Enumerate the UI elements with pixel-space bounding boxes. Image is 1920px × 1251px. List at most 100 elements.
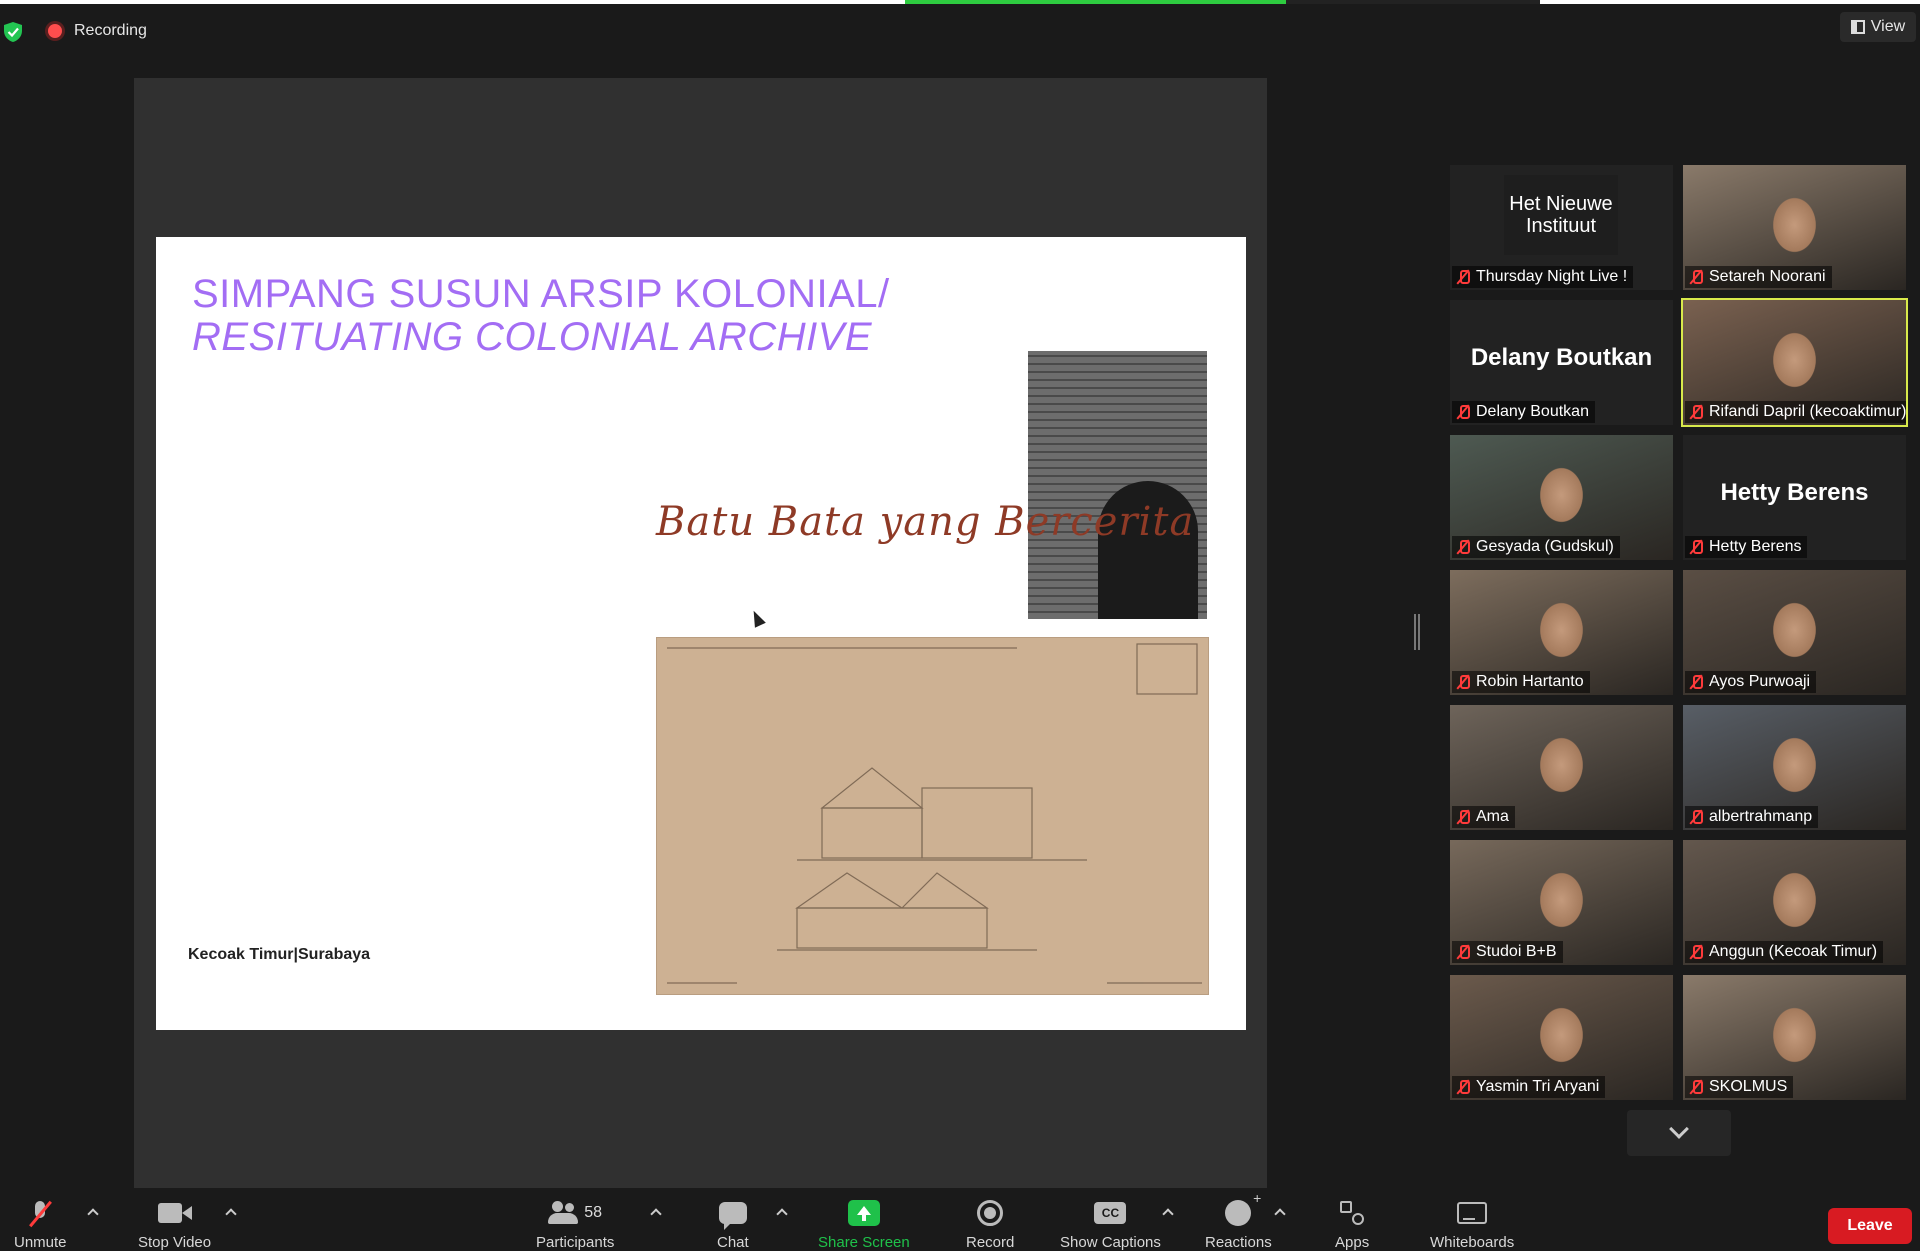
participant-name: Gesyada (Gudskul) (1476, 538, 1614, 555)
recording-label: Recording (74, 22, 147, 39)
recording-dot-icon (48, 24, 62, 38)
reactions-label: Reactions (1205, 1234, 1272, 1251)
show-captions-button[interactable]: CC Show Captions (1060, 1196, 1161, 1251)
participant-name-plate: Thursday Night Live ! (1452, 266, 1634, 288)
muted-mic-icon (1456, 404, 1470, 420)
participant-name-plate: Ama (1452, 806, 1515, 828)
participant-tile[interactable]: Ayos Purwoaji (1683, 570, 1906, 695)
gallery-next-page-button[interactable] (1627, 1110, 1731, 1156)
participant-name-plate: Yasmin Tri Aryani (1452, 1076, 1606, 1098)
participant-name: Rifandi Dapril (kecoaktimur) (1709, 403, 1906, 420)
participant-name: Anggun (Kecoak Timur) (1709, 943, 1878, 960)
participants-count: 58 (584, 1204, 603, 1221)
reactions-icon (1225, 1190, 1261, 1226)
participant-name-plate: albertrahmanp (1685, 806, 1819, 828)
participant-tile[interactable]: Het Nieuwe Instituut Thursday Night Live … (1450, 165, 1673, 290)
participant-display-name: Hetty Berens (1720, 479, 1869, 506)
participants-options-caret[interactable] (650, 1208, 662, 1220)
view-label: View (1870, 18, 1906, 35)
leave-button[interactable]: Leave (1828, 1208, 1912, 1244)
participant-tile[interactable]: Ama (1450, 705, 1673, 830)
participant-tile[interactable]: Delany Boutkan Delany Boutkan (1450, 300, 1673, 425)
recording-indicator[interactable]: Recording (48, 22, 147, 40)
audio-options-caret[interactable] (87, 1208, 99, 1220)
video-options-caret[interactable] (225, 1208, 237, 1220)
muted-mic-icon (1689, 944, 1703, 960)
participant-name-plate: Anggun (Kecoak Timur) (1685, 941, 1884, 963)
unmute-label: Unmute (14, 1234, 67, 1251)
top-progress-strip (0, 0, 1920, 4)
reactions-button[interactable]: Reactions (1205, 1190, 1272, 1251)
participants-icon: 58 (548, 1196, 602, 1230)
chat-options-caret[interactable] (776, 1208, 788, 1220)
participant-name-plate: Hetty Berens (1685, 536, 1808, 558)
muted-mic-icon (1689, 269, 1703, 285)
participants-label: Participants (536, 1234, 615, 1251)
apps-label: Apps (1335, 1234, 1370, 1251)
meeting-toolbar: Unmute Stop Video 58 Participants Chat S… (0, 1188, 1920, 1251)
participant-name: Robin Hartanto (1476, 673, 1584, 690)
participant-name-plate: Studoi B+B (1452, 941, 1563, 963)
share-screen-icon (847, 1200, 880, 1226)
chat-button[interactable]: Chat (717, 1196, 749, 1251)
participant-name: Thursday Night Live ! (1476, 268, 1628, 285)
record-label: Record (966, 1234, 1015, 1251)
participant-name-plate: Ayos Purwoaji (1685, 671, 1817, 693)
participant-tile[interactable]: albertrahmanp (1683, 705, 1906, 830)
shield-check-icon[interactable] (4, 22, 22, 42)
muted-mic-icon (1689, 809, 1703, 825)
show-captions-label: Show Captions (1060, 1234, 1161, 1251)
record-button[interactable]: Record (966, 1196, 1014, 1251)
presentation-slide: SIMPANG SUSUN ARSIP KOLONIAL/ RESITUATIN… (156, 237, 1246, 1030)
participant-name: albertrahmanp (1709, 808, 1813, 825)
whiteboards-button[interactable]: Whiteboards (1430, 1196, 1514, 1251)
unmute-button[interactable]: Unmute (14, 1196, 67, 1251)
chat-bubble-icon (718, 1202, 747, 1230)
architectural-drawing (656, 637, 1209, 995)
participant-tile[interactable]: Yasmin Tri Aryani (1450, 975, 1673, 1100)
muted-mic-icon (1689, 674, 1703, 690)
slide-title: SIMPANG SUSUN ARSIP KOLONIAL/ RESITUATIN… (192, 273, 890, 359)
stop-video-label: Stop Video (138, 1234, 212, 1251)
drawing-sketch (667, 643, 1202, 984)
participant-display-name: Delany Boutkan (1470, 344, 1653, 371)
share-screen-label: Share Screen (818, 1234, 910, 1251)
muted-mic-icon (1456, 539, 1470, 555)
participant-tile[interactable]: SKOLMUS (1683, 975, 1906, 1100)
zoom-meeting-window: Recording View SIMPANG SUSUN ARSIP KOLON… (0, 0, 1920, 1251)
chat-label: Chat (717, 1234, 749, 1251)
participant-tile[interactable]: Studoi B+B (1450, 840, 1673, 965)
participant-tile[interactable]: Setareh Noorani (1683, 165, 1906, 290)
participant-tile[interactable]: Rifandi Dapril (kecoaktimur) (1681, 298, 1908, 427)
participant-tile[interactable]: Gesyada (Gudskul) (1450, 435, 1673, 560)
participant-tile[interactable]: Robin Hartanto (1450, 570, 1673, 695)
record-icon (977, 1200, 1004, 1226)
share-screen-button[interactable]: Share Screen (818, 1196, 910, 1251)
progress-fill (905, 0, 1286, 4)
participant-tile[interactable]: Hetty Berens Hetty Berens (1683, 435, 1906, 560)
organization-logo: Het Nieuwe Instituut (1504, 175, 1618, 255)
muted-mic-icon (1456, 674, 1470, 690)
muted-mic-icon (1456, 944, 1470, 960)
whiteboard-icon (1457, 1202, 1488, 1224)
slide-title-line1: SIMPANG SUSUN ARSIP KOLONIAL/ (192, 272, 890, 316)
slide-footer: Kecoak Timur|Surabaya (188, 946, 371, 963)
stop-video-button[interactable]: Stop Video (138, 1196, 211, 1251)
progress-track (905, 0, 1540, 4)
participant-tile[interactable]: Anggun (Kecoak Timur) (1683, 840, 1906, 965)
participants-button[interactable]: 58 Participants (536, 1196, 614, 1251)
captions-options-caret[interactable] (1162, 1208, 1174, 1220)
reactions-options-caret[interactable] (1274, 1208, 1286, 1220)
chevron-down-icon (1669, 1119, 1689, 1139)
gallery-splitter-handle[interactable] (1414, 614, 1420, 650)
participant-name: Ama (1476, 808, 1509, 825)
view-button[interactable]: View (1840, 12, 1916, 42)
participant-name: Delany Boutkan (1476, 403, 1589, 420)
video-camera-icon (157, 1203, 192, 1223)
participant-name-plate: Setareh Noorani (1685, 266, 1832, 288)
participant-name: Setareh Noorani (1709, 268, 1826, 285)
whiteboards-label: Whiteboards (1430, 1234, 1515, 1251)
apps-button[interactable]: Apps (1335, 1196, 1369, 1251)
brick-arch-photo (1028, 351, 1207, 619)
captions-icon: CC (1094, 1202, 1127, 1224)
